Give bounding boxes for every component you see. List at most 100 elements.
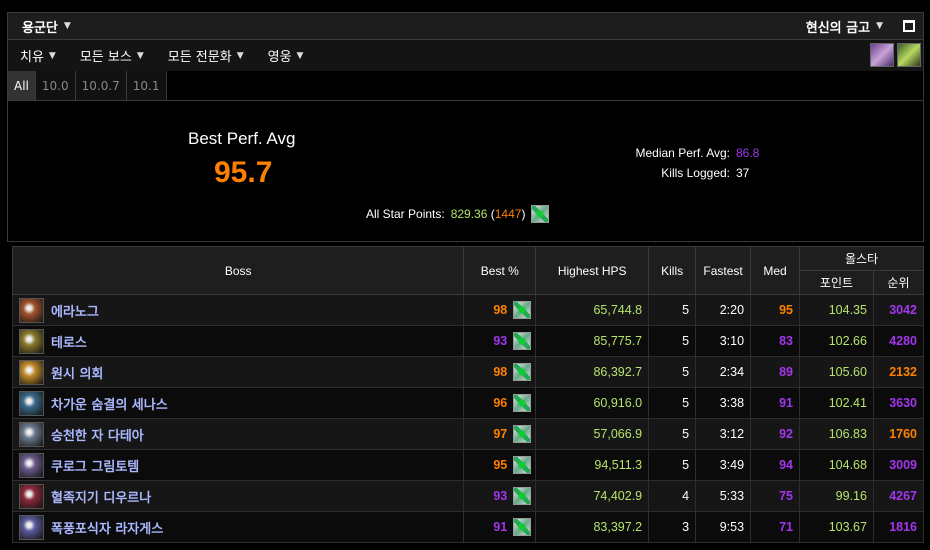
boss-cell[interactable]: 폭풍포식자 라자게스 — [11, 511, 465, 543]
chevron-down-icon: ▼ — [296, 50, 304, 61]
boss-cell[interactable]: 에라노그 — [11, 294, 465, 326]
hps-cell: 74,402.9 — [535, 480, 650, 512]
med-cell: 92 — [750, 418, 801, 450]
boss-name[interactable]: 쿠로그 그림토템 — [51, 456, 139, 475]
kills-cell: 5 — [648, 356, 697, 388]
rank-cell: 3042 — [872, 294, 925, 326]
tab-10-0-7[interactable]: 10.0.7 — [75, 71, 127, 100]
table-row[interactable]: 원시 의회 98 86,392.7 5 2:34 89 105.60 2132 — [11, 356, 925, 388]
hall-icon[interactable] — [870, 43, 894, 67]
boss-cell[interactable]: 혈족지기 디우르나 — [11, 480, 465, 512]
col-best[interactable]: Best % — [463, 246, 537, 295]
rank-cell: 4280 — [872, 325, 925, 357]
col-rank[interactable]: 순위 — [872, 270, 925, 295]
raid-dropdown[interactable]: 현신의 금고 ▼ — [806, 17, 883, 36]
boss-name[interactable]: 폭풍포식자 라자게스 — [51, 518, 163, 537]
chevron-down-icon: ▼ — [876, 21, 883, 31]
boss-name[interactable]: 원시 의회 — [51, 363, 103, 382]
fastest-cell: 9:53 — [695, 511, 752, 543]
rank-cell: 3630 — [872, 387, 925, 419]
fastest-cell: 3:10 — [695, 325, 752, 357]
tab-10-1[interactable]: 10.1 — [126, 71, 167, 100]
fastest-cell: 5:33 — [695, 480, 752, 512]
boss-name[interactable]: 테로스 — [51, 332, 87, 351]
star-label: All Star Points: — [366, 207, 445, 221]
best-cell: 98 — [463, 356, 537, 388]
kills-value: 37 — [736, 166, 750, 180]
best-cell: 98 — [463, 294, 537, 326]
col-boss[interactable]: Boss — [11, 246, 465, 295]
menu-label: 치유 — [20, 50, 44, 65]
menu-difficulty[interactable]: 영웅 ▼ — [256, 46, 316, 65]
rank-cell: 1816 — [872, 511, 925, 543]
med-cell: 83 — [750, 325, 801, 357]
points-cell: 106.83 — [799, 418, 874, 450]
tab-all[interactable]: All — [8, 71, 36, 100]
all-star-points: All Star Points: 829.36 (1447) — [366, 205, 550, 223]
boss-cell[interactable]: 승천한 자 다테아 — [11, 418, 465, 450]
boss-icon — [19, 328, 44, 354]
boss-cell[interactable]: 원시 의회 — [11, 356, 465, 388]
spec-icon — [513, 363, 532, 381]
points-cell: 99.16 — [799, 480, 874, 512]
boss-icon — [19, 514, 44, 540]
best-percent: 97 — [493, 427, 508, 441]
kills-cell: 3 — [648, 511, 697, 543]
boss-name[interactable]: 차가운 숨결의 세나스 — [51, 394, 168, 413]
menu-boss[interactable]: 모든 보스 ▼ — [68, 46, 156, 65]
key-icon[interactable] — [897, 43, 921, 67]
expansion-dropdown[interactable]: 용군단 ▼ — [22, 17, 71, 36]
table-row[interactable]: 에라노그 98 65,744.8 5 2:20 95 104.35 3042 — [11, 294, 925, 326]
fastest-cell: 3:49 — [695, 449, 752, 481]
best-perf-value: 95.7 — [214, 156, 273, 189]
table-row[interactable]: 쿠로그 그림토템 95 94,511.3 5 3:49 94 104.68 3009 — [11, 449, 925, 481]
med-cell: 95 — [750, 294, 801, 326]
filter-menu-bar: 치유 ▼ 모든 보스 ▼ 모든 전문화 ▼ 영웅 ▼ — [7, 40, 924, 71]
best-percent: 96 — [493, 396, 508, 410]
tab-10-0[interactable]: 10.0 — [35, 71, 76, 100]
fastest-cell: 3:38 — [695, 387, 752, 419]
best-cell: 97 — [463, 418, 537, 450]
boss-icon — [19, 421, 44, 447]
boss-cell[interactable]: 차가운 숨결의 세나스 — [11, 387, 465, 419]
maximize-icon[interactable] — [903, 20, 915, 32]
hps-cell: 57,066.9 — [535, 418, 650, 450]
col-hps[interactable]: Highest HPS — [535, 246, 650, 295]
col-kills[interactable]: Kills — [648, 246, 697, 295]
rank-cell: 2132 — [872, 356, 925, 388]
med-cell: 75 — [750, 480, 801, 512]
spec-icon — [513, 518, 532, 536]
points-cell: 102.66 — [799, 325, 874, 357]
points-cell: 105.60 — [799, 356, 874, 388]
col-med[interactable]: Med — [750, 246, 801, 295]
boss-icon — [19, 297, 44, 323]
boss-cell[interactable]: 테로스 — [11, 325, 465, 357]
boss-name[interactable]: 혈족지기 디우르나 — [51, 487, 151, 506]
points-cell: 103.67 — [799, 511, 874, 543]
title-bar: 용군단 ▼ 현신의 금고 ▼ — [7, 12, 924, 40]
expansion-title: 용군단 — [22, 20, 58, 36]
table-row[interactable]: 테로스 93 85,775.7 5 3:10 83 102.66 4280 — [11, 325, 925, 357]
best-percent: 98 — [493, 365, 508, 379]
rank-cell: 1760 — [872, 418, 925, 450]
boss-name[interactable]: 에라노그 — [51, 301, 99, 320]
table-row[interactable]: 폭풍포식자 라자게스 91 83,397.2 3 9:53 71 103.67 1816 — [11, 511, 925, 543]
menu-spec[interactable]: 모든 전문화 ▼ — [156, 46, 256, 65]
boss-icon — [19, 390, 44, 416]
table-row[interactable]: 혈족지기 디우르나 93 74,402.9 4 5:33 75 99.16 4267 — [11, 480, 925, 512]
boss-name[interactable]: 승천한 자 다테아 — [51, 425, 144, 444]
col-allstar: 올스타 — [799, 246, 924, 271]
col-fastest[interactable]: Fastest — [695, 246, 752, 295]
boss-cell[interactable]: 쿠로그 그림토템 — [11, 449, 465, 481]
table-row[interactable]: 차가운 숨결의 세나스 96 60,916.0 5 3:38 91 102.41 3630 — [11, 387, 925, 419]
boss-icon — [19, 452, 44, 478]
best-percent: 98 — [493, 303, 508, 317]
table-row[interactable]: 승천한 자 다테아 97 57,066.9 5 3:12 92 106.83 1760 — [11, 418, 925, 450]
spec-icon — [513, 394, 532, 412]
spec-icon — [513, 425, 532, 443]
col-points[interactable]: 포인트 — [799, 270, 874, 295]
median-value: 86.8 — [736, 146, 760, 160]
kills-cell: 5 — [648, 418, 697, 450]
best-percent: 95 — [493, 458, 508, 472]
menu-metric[interactable]: 치유 ▼ — [8, 46, 68, 65]
